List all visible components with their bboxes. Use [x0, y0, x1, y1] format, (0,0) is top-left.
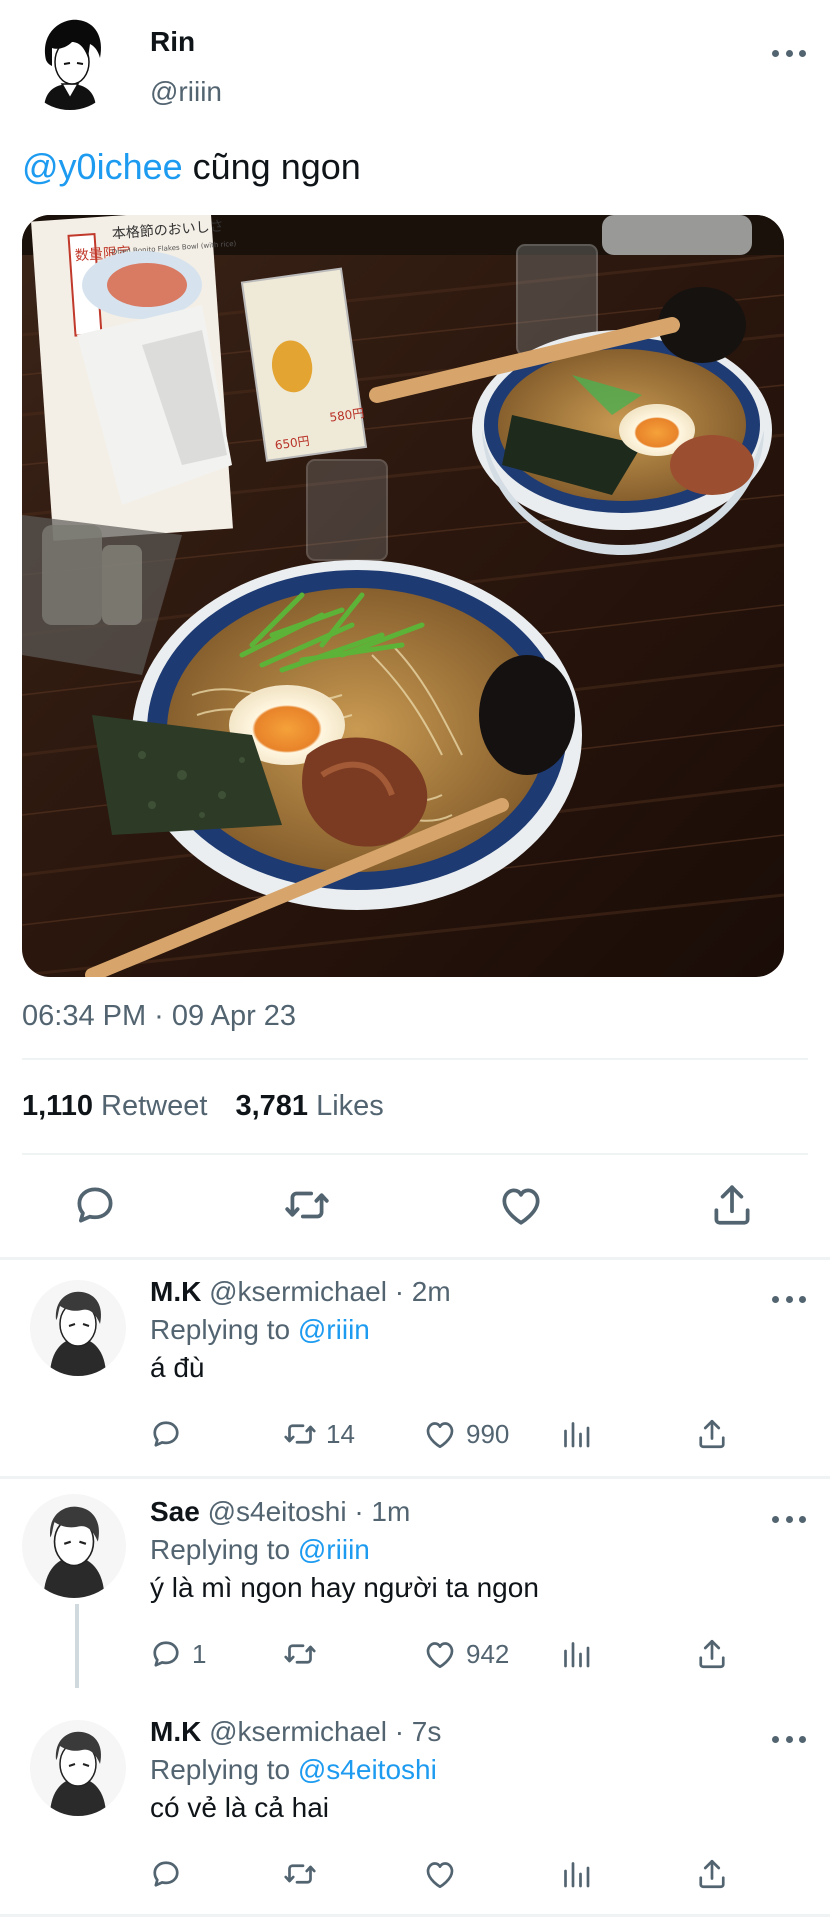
retweet-icon[interactable]	[282, 1180, 332, 1230]
avatar[interactable]	[22, 1494, 126, 1598]
reply-icon	[148, 1856, 184, 1892]
reply-author-name[interactable]: M.K	[150, 1276, 201, 1307]
reply-text: ý là mì ngon hay người ta ngon	[150, 1572, 539, 1603]
reply-tweet[interactable]: M.K @ksermichael · 2m Replying to @riiin…	[0, 1262, 830, 1472]
replying-to-handle[interactable]: @riiin	[298, 1534, 370, 1565]
replying-to-label: Replying to	[150, 1754, 298, 1785]
bar-chart-icon	[558, 1636, 594, 1672]
reply-author-handle[interactable]: @s4eitoshi	[208, 1496, 347, 1527]
retweet-label: Retweet	[101, 1090, 208, 1122]
share-icon	[694, 1416, 730, 1452]
author-handle[interactable]: @riiin	[150, 76, 222, 108]
tweet-text: @y0ichee cũng ngon	[22, 146, 361, 188]
like-count: 942	[466, 1638, 510, 1669]
avatar[interactable]	[30, 1720, 126, 1816]
reply-action[interactable]: 1	[148, 1636, 206, 1672]
like-icon	[422, 1636, 458, 1672]
section-divider	[0, 1257, 830, 1260]
reply-author-name[interactable]: M.K	[150, 1716, 201, 1747]
analytics-action[interactable]	[558, 1416, 594, 1452]
reply-time: · 7s	[386, 1716, 442, 1747]
likes-count: 3,781	[235, 1090, 309, 1122]
likes-label: Likes	[316, 1090, 384, 1122]
retweet-icon	[282, 1856, 318, 1892]
reply-text: có vẻ là cả hai	[150, 1792, 329, 1823]
share-icon[interactable]	[707, 1180, 757, 1230]
share-icon	[694, 1636, 730, 1672]
retweet-stat[interactable]: 1,110 Retweet	[22, 1090, 207, 1123]
reply-text: á đù	[150, 1352, 205, 1383]
like-action[interactable]: 942	[422, 1636, 509, 1672]
reply-header: M.K @ksermichael · 2m	[150, 1276, 451, 1308]
replying-to-handle[interactable]: @riiin	[298, 1314, 370, 1345]
divider	[22, 1153, 808, 1155]
reply-action-bar: 14 990	[0, 1416, 830, 1456]
more-options-icon[interactable]	[772, 1732, 806, 1746]
like-action[interactable]	[422, 1856, 466, 1892]
like-action[interactable]: 990	[422, 1416, 509, 1452]
like-count: 990	[466, 1418, 510, 1449]
reply-action[interactable]	[148, 1416, 192, 1452]
reply-action[interactable]	[148, 1856, 192, 1892]
replying-to: Replying to @riiin	[150, 1534, 370, 1566]
reply-time: · 2m	[386, 1276, 451, 1307]
more-options-icon[interactable]	[772, 1292, 806, 1306]
section-divider	[0, 1476, 830, 1479]
more-options-icon[interactable]	[772, 46, 806, 60]
retweet-count: 14	[326, 1418, 355, 1449]
retweet-count: 1,110	[22, 1090, 93, 1122]
reply-action-bar: 1 942	[0, 1636, 830, 1676]
replying-to-label: Replying to	[150, 1534, 298, 1565]
retweet-icon	[282, 1416, 318, 1452]
tweet-timestamp[interactable]: 06:34 PM · 09 Apr 23	[22, 1000, 296, 1033]
replying-to: Replying to @s4eitoshi	[150, 1754, 437, 1786]
ramen-photo-image: 数量限定 本格節のおいしさ Dried Bonito Flakes Bowl (…	[22, 215, 784, 977]
reply-action-bar	[0, 1856, 830, 1896]
analytics-action[interactable]	[558, 1636, 594, 1672]
like-icon[interactable]	[496, 1180, 546, 1230]
reply-header: Sae @s4eitoshi · 1m	[150, 1496, 410, 1528]
analytics-action[interactable]	[558, 1856, 594, 1892]
avatar[interactable]	[30, 1280, 126, 1376]
retweet-action[interactable]: 14	[282, 1416, 355, 1452]
reply-time: · 1m	[346, 1496, 411, 1527]
reply-count: 1	[192, 1638, 207, 1669]
reply-icon	[148, 1416, 184, 1452]
reply-tweet[interactable]: Sae @s4eitoshi · 1m Replying to @riiin ý…	[0, 1480, 830, 1690]
tweet-body: cũng ngon	[182, 146, 361, 187]
replying-to-handle[interactable]: @s4eitoshi	[298, 1754, 437, 1785]
more-options-icon[interactable]	[772, 1512, 806, 1526]
engagement-stats: 1,110 Retweet 3,781 Likes	[22, 1090, 384, 1123]
author-name[interactable]: Rin	[150, 26, 195, 58]
mention-link[interactable]: @y0ichee	[22, 146, 183, 187]
like-icon	[422, 1856, 458, 1892]
like-icon	[422, 1416, 458, 1452]
retweet-action[interactable]	[282, 1856, 326, 1892]
reply-icon	[148, 1636, 184, 1672]
reply-icon[interactable]	[70, 1180, 120, 1230]
author-avatar-image	[22, 14, 118, 110]
section-divider	[0, 1914, 830, 1917]
retweet-action[interactable]	[282, 1636, 326, 1672]
bar-chart-icon	[558, 1416, 594, 1452]
likes-stat[interactable]: 3,781 Likes	[235, 1090, 383, 1123]
author-avatar[interactable]	[22, 14, 118, 110]
reply-header: M.K @ksermichael · 7s	[150, 1716, 441, 1748]
replying-to-label: Replying to	[150, 1314, 298, 1345]
reply-tweet[interactable]: M.K @ksermichael · 7s Replying to @s4eit…	[0, 1702, 830, 1912]
reply-author-name[interactable]: Sae	[150, 1496, 200, 1527]
replying-to: Replying to @riiin	[150, 1314, 370, 1346]
reply-author-handle[interactable]: @ksermichael	[209, 1276, 387, 1307]
divider	[22, 1058, 808, 1060]
tweet-photo[interactable]: 数量限定 本格節のおいしさ Dried Bonito Flakes Bowl (…	[22, 215, 784, 977]
share-action[interactable]	[694, 1636, 730, 1672]
tweet-action-bar	[0, 1180, 830, 1240]
share-action[interactable]	[694, 1416, 730, 1452]
share-action[interactable]	[694, 1856, 730, 1892]
share-icon	[694, 1856, 730, 1892]
reply-author-handle[interactable]: @ksermichael	[209, 1716, 387, 1747]
retweet-icon	[282, 1636, 318, 1672]
bar-chart-icon	[558, 1856, 594, 1892]
